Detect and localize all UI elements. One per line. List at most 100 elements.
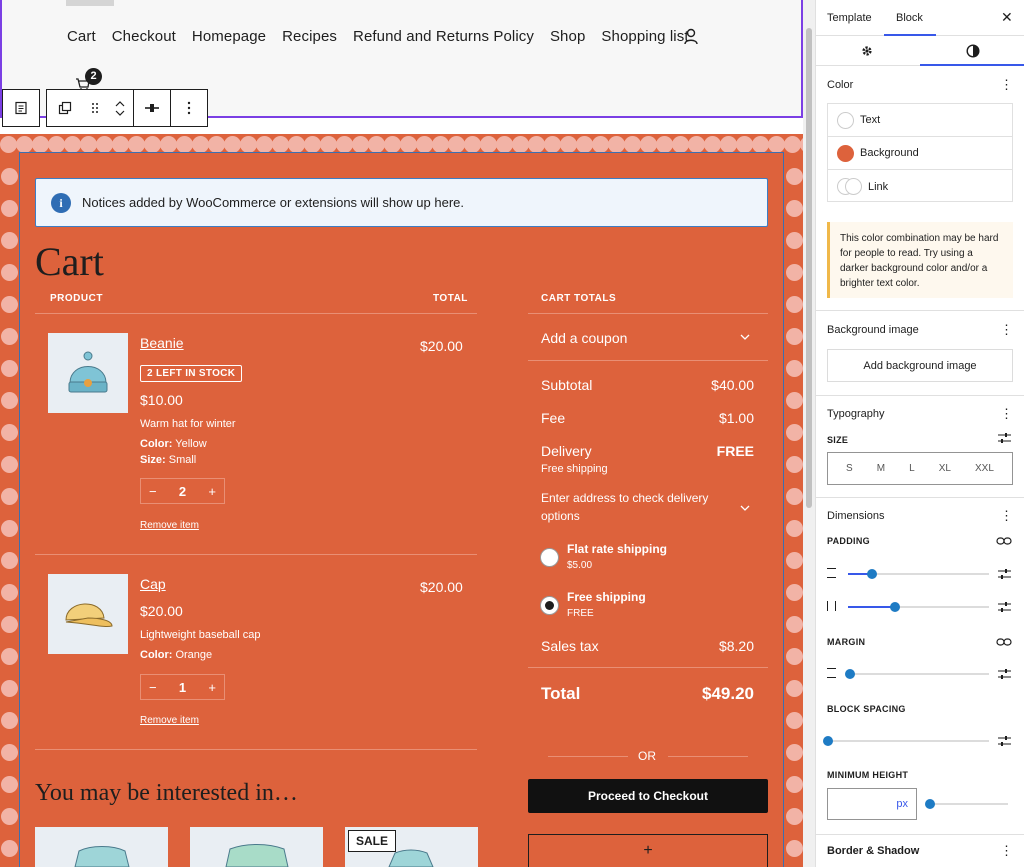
scrollbar-thumb[interactable] <box>806 28 812 508</box>
fee-label: Fee <box>541 410 566 426</box>
settings-sliders-icon[interactable] <box>998 432 1011 444</box>
cart-title[interactable]: Cart <box>35 238 104 285</box>
align-button[interactable] <box>134 90 170 126</box>
unit-price: $10.00 <box>140 392 183 408</box>
pattern-dot <box>80 136 97 153</box>
quantity-stepper[interactable]: − 2 + <box>140 478 225 504</box>
nav-item-refund-policy[interactable]: Refund and Returns Policy <box>353 28 534 45</box>
bg-image-options-icon[interactable]: ⋮ <box>1000 322 1013 338</box>
pattern-dot <box>672 136 689 153</box>
options-button[interactable] <box>171 90 207 126</box>
shipping-option-label[interactable]: Free shipping <box>567 590 646 604</box>
size-option-xxl[interactable]: XXL <box>975 463 994 474</box>
link-icon[interactable] <box>996 536 1012 546</box>
navigation: Cart Checkout Homepage Recipes Refund an… <box>67 28 705 45</box>
nav-item-checkout[interactable]: Checkout <box>112 28 176 45</box>
settings-sliders-icon[interactable] <box>998 668 1011 680</box>
color-options-icon[interactable]: ⋮ <box>1000 77 1013 93</box>
nav-item-shopping-list[interactable]: Shopping list <box>601 28 688 45</box>
remove-item-link[interactable]: Remove item <box>140 715 199 726</box>
pattern-dot <box>1 776 18 793</box>
color-item-background[interactable]: Background <box>828 137 1012 170</box>
product-name-cap[interactable]: Cap <box>140 576 166 592</box>
product-card[interactable] <box>35 827 168 867</box>
block-type-button[interactable] <box>3 90 39 126</box>
pattern-dot <box>786 488 803 505</box>
styles-icon[interactable] <box>966 44 980 58</box>
pattern-dot <box>304 136 321 153</box>
remove-item-link[interactable]: Remove item <box>140 520 199 531</box>
qty-minus-button[interactable]: − <box>149 680 157 695</box>
address-prompt-line1[interactable]: Enter address to check delivery <box>541 491 708 505</box>
slider-thumb[interactable] <box>890 602 900 612</box>
shipping-radio-free[interactable] <box>540 596 559 615</box>
close-icon[interactable]: ✕ <box>1001 9 1013 26</box>
chevron-down-icon[interactable] <box>740 334 750 341</box>
nav-item-recipes[interactable]: Recipes <box>282 28 337 45</box>
add-background-image-button[interactable]: Add background image <box>827 349 1013 382</box>
pattern-dot <box>786 680 803 697</box>
settings-sliders-icon[interactable] <box>998 735 1011 747</box>
add-block-button[interactable]: + <box>528 834 768 867</box>
slider-thumb[interactable] <box>925 799 935 809</box>
move-up-down-buttons[interactable] <box>107 90 133 126</box>
shipping-option-label[interactable]: Flat rate shipping <box>567 542 667 556</box>
pattern-dot <box>1 456 18 473</box>
dimensions-options-icon[interactable]: ⋮ <box>1000 508 1013 524</box>
canvas-scrollbar[interactable] <box>803 0 815 867</box>
product-image-cap[interactable] <box>48 574 128 654</box>
size-option-l[interactable]: L <box>909 463 915 474</box>
chevron-down-icon[interactable] <box>740 505 750 512</box>
color-item-text[interactable]: Text <box>828 104 1012 137</box>
shipping-radio-flat-rate[interactable] <box>540 548 559 567</box>
nav-item-shop[interactable]: Shop <box>550 28 585 45</box>
min-height-input[interactable]: px <box>827 788 917 820</box>
qty-minus-button[interactable]: − <box>149 484 157 499</box>
qty-value[interactable]: 1 <box>179 680 186 695</box>
settings-sliders-icon[interactable] <box>998 601 1011 613</box>
drag-handle[interactable] <box>83 90 107 126</box>
size-option-xl[interactable]: XL <box>939 463 951 474</box>
quantity-stepper[interactable]: − 1 + <box>140 674 225 700</box>
address-prompt-line2[interactable]: options <box>541 509 580 523</box>
divider <box>816 497 1024 498</box>
line-total: $20.00 <box>420 579 463 595</box>
min-height-unit[interactable]: px <box>896 798 908 810</box>
size-option-m[interactable]: M <box>877 463 885 474</box>
account-icon[interactable] <box>683 28 699 46</box>
product-name-beanie[interactable]: Beanie <box>140 335 184 351</box>
typography-options-icon[interactable]: ⋮ <box>1000 406 1013 422</box>
pattern-dot <box>128 136 145 153</box>
color-item-link[interactable]: Link <box>828 170 1012 203</box>
border-options-icon[interactable]: ⋮ <box>1000 843 1013 859</box>
slider-thumb[interactable] <box>845 669 855 679</box>
chevron-up-icon[interactable] <box>115 100 125 107</box>
tab-template[interactable]: Template <box>827 12 872 24</box>
qty-value[interactable]: 2 <box>179 484 186 499</box>
divider <box>35 749 477 750</box>
gear-icon[interactable] <box>860 44 874 58</box>
settings-sliders-icon[interactable] <box>998 568 1011 580</box>
pattern-dot <box>784 136 801 153</box>
product-image-beanie[interactable] <box>48 333 128 413</box>
pattern-dot <box>32 136 49 153</box>
proceed-to-checkout-button[interactable]: Proceed to Checkout <box>528 779 768 813</box>
size-option-s[interactable]: S <box>846 463 853 474</box>
qty-plus-button[interactable]: + <box>208 680 216 695</box>
slider-thumb[interactable] <box>867 569 877 579</box>
pattern-dot <box>1 296 18 313</box>
pattern-dot <box>786 776 803 793</box>
tab-block[interactable]: Block <box>896 12 923 24</box>
add-coupon-toggle[interactable]: Add a coupon <box>541 330 627 346</box>
chevron-down-icon[interactable] <box>115 110 125 117</box>
transform-button[interactable] <box>47 90 83 126</box>
nav-item-homepage[interactable]: Homepage <box>192 28 266 45</box>
link-icon[interactable] <box>996 637 1012 647</box>
product-attribute-size: Size: Small <box>140 454 197 466</box>
low-stock-badge: 2 LEFT IN STOCK <box>140 365 243 382</box>
product-card[interactable] <box>190 827 323 867</box>
qty-plus-button[interactable]: + <box>208 484 216 499</box>
nav-item-cart[interactable]: Cart <box>67 28 96 45</box>
slider-thumb[interactable] <box>823 736 833 746</box>
cross-sells-heading[interactable]: You may be interested in… <box>35 780 298 807</box>
